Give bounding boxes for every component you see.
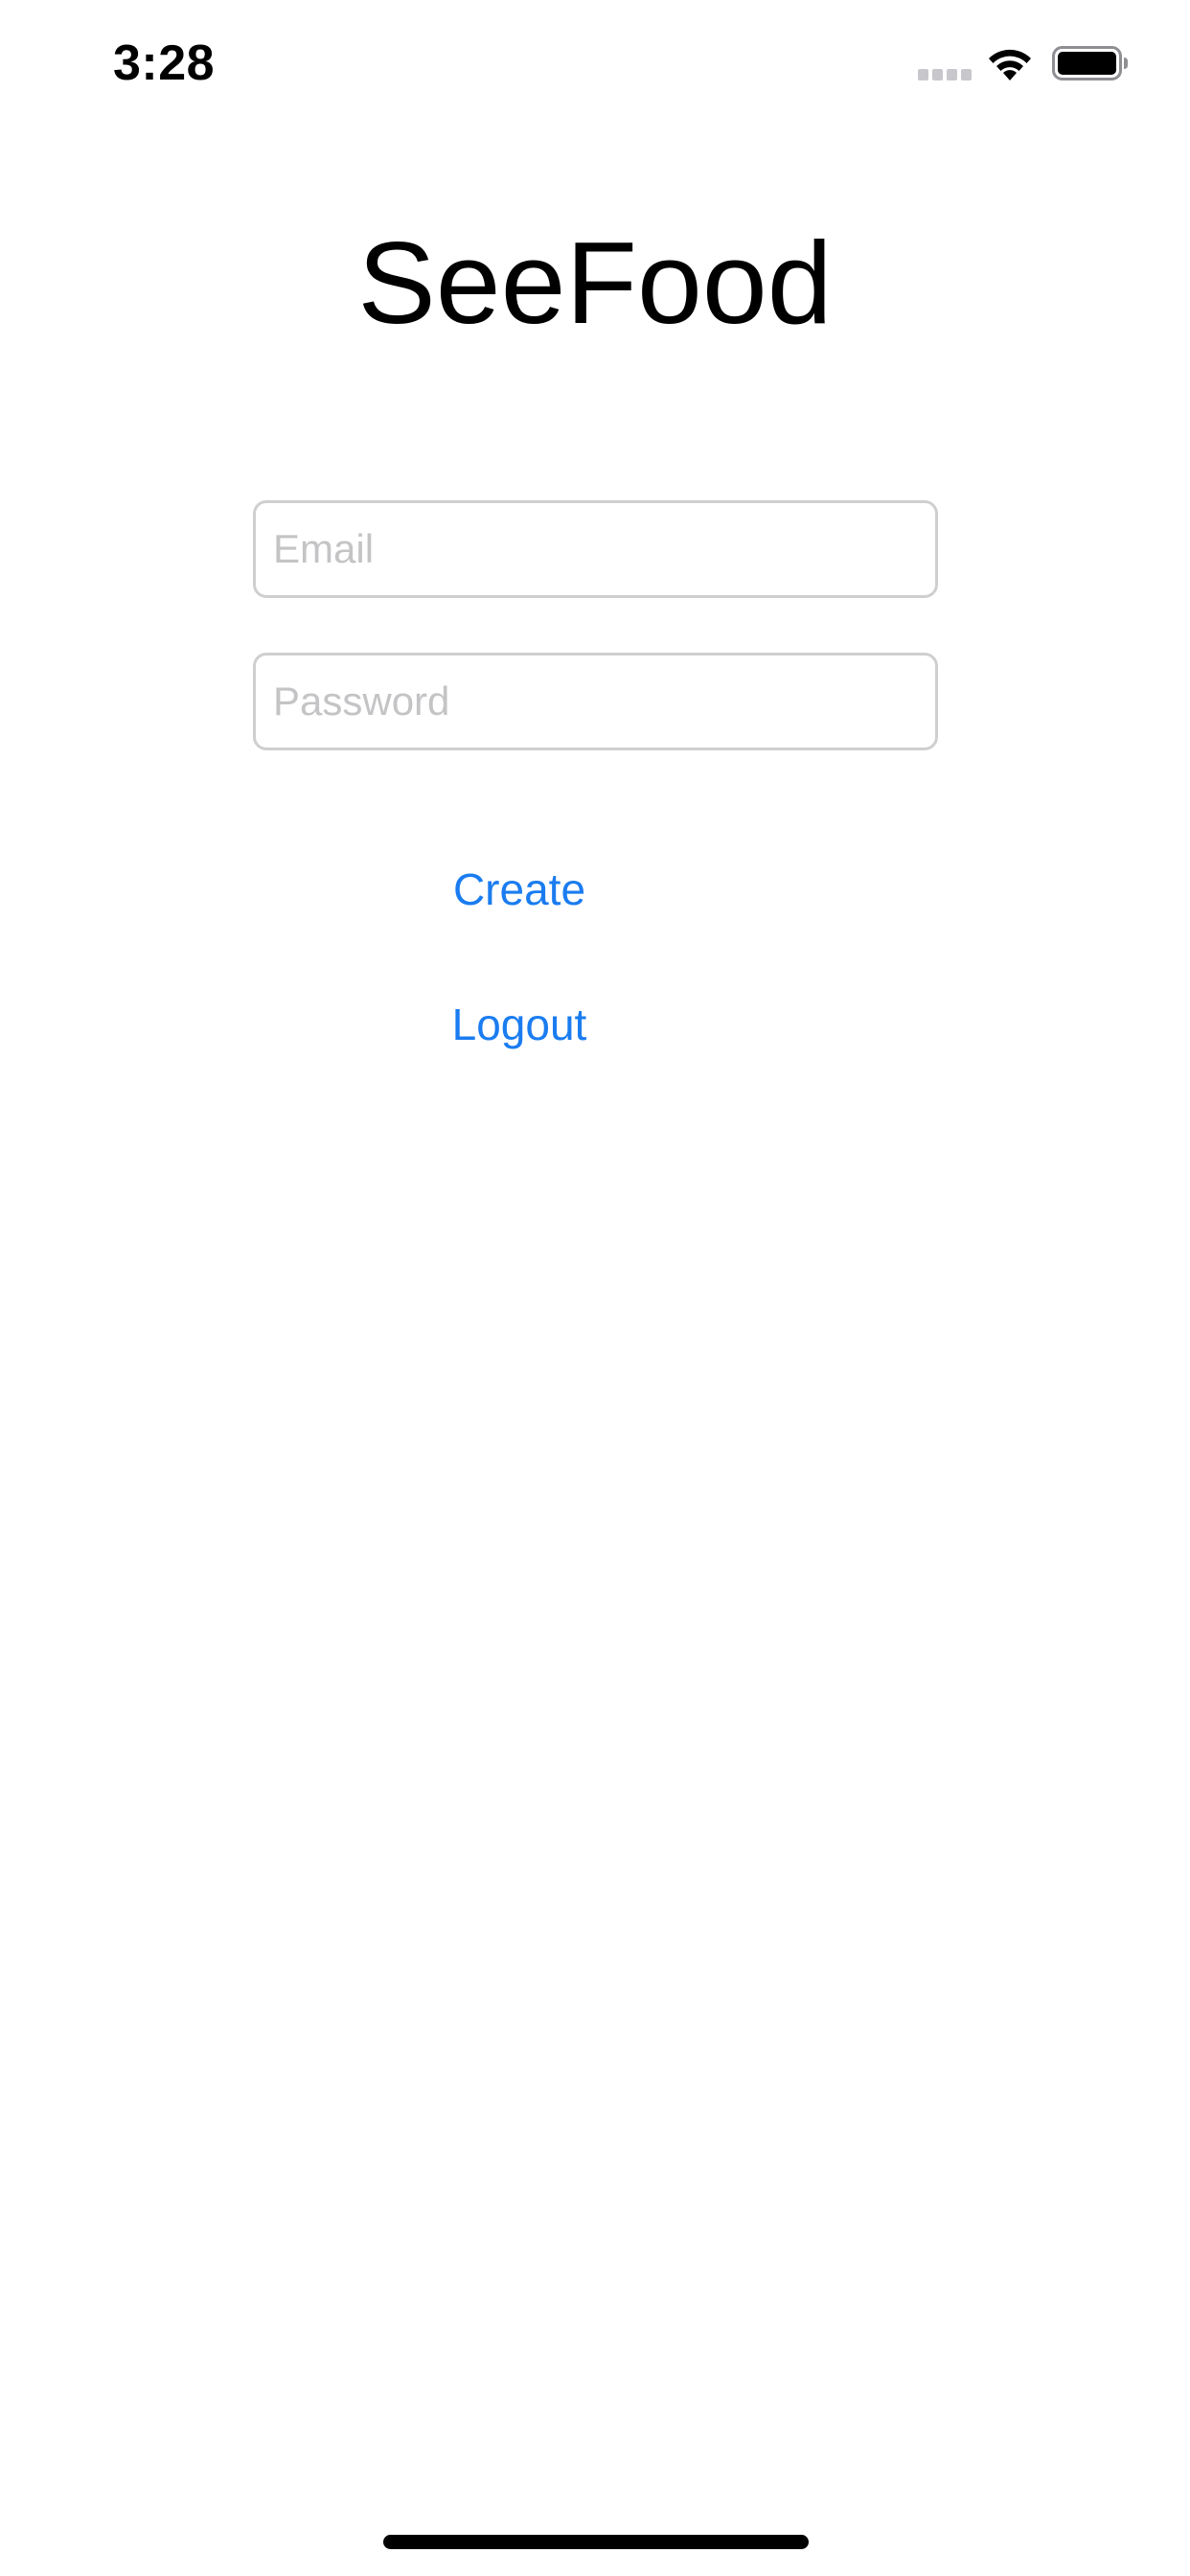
email-field[interactable] bbox=[253, 500, 938, 598]
logout-button[interactable]: Logout bbox=[0, 991, 1039, 1058]
home-indicator[interactable] bbox=[383, 2535, 809, 2549]
cellular-signal-icon bbox=[918, 69, 972, 80]
battery-icon bbox=[1052, 46, 1128, 80]
app-title: SeeFood bbox=[357, 218, 833, 348]
wifi-icon bbox=[989, 49, 1031, 80]
password-field[interactable] bbox=[253, 653, 938, 750]
create-button[interactable]: Create bbox=[0, 856, 1039, 923]
status-time: 3:28 bbox=[113, 35, 216, 91]
status-bar: 3:28 bbox=[0, 0, 1190, 134]
